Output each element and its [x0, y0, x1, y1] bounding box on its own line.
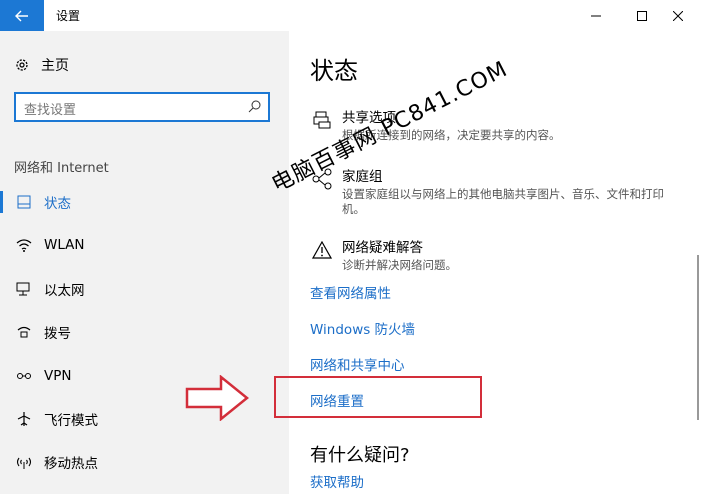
scrollbar[interactable]: [697, 255, 699, 420]
airplane-icon: [17, 412, 31, 426]
close-icon: [673, 10, 683, 21]
sidebar-item-ethernet[interactable]: 以太网: [0, 271, 289, 307]
sidebar-item-label: 状态: [44, 196, 71, 212]
option-description: 设置家庭组以与网络上的其他电脑共享图片、音乐、文件和打印机。: [342, 187, 664, 216]
sidebar-item-label: 拨号: [44, 326, 71, 342]
sidebar-item-wlan[interactable]: WLAN: [0, 227, 289, 263]
close-button[interactable]: [655, 0, 701, 31]
troubleshoot-item[interactable]: 网络疑难解答 诊断并解决网络问题。: [310, 236, 672, 273]
minimize-button[interactable]: [573, 0, 619, 31]
ethernet-icon: [16, 282, 30, 296]
option-title: 网络疑难解答: [342, 240, 423, 256]
printer-share-icon: [313, 111, 331, 129]
sidebar: 主页 查找设置 网络和 Internet 状态 WLAN 以太网 拨号 VPN …: [0, 31, 289, 494]
sidebar-item-label: VPN: [44, 368, 72, 384]
vpn-icon: [17, 373, 31, 379]
arrow-right-icon: [185, 375, 249, 421]
network-sharing-center-link[interactable]: 网络和共享中心: [310, 354, 405, 374]
search-icon: [248, 100, 261, 113]
wifi-icon: [16, 239, 32, 252]
sidebar-item-dialup[interactable]: 拨号: [0, 314, 289, 350]
windows-firewall-link[interactable]: Windows 防火墙: [310, 318, 415, 338]
maximize-icon: [637, 10, 647, 21]
arrow-left-icon: [15, 10, 28, 21]
option-description: 诊断并解决网络问题。: [342, 258, 457, 272]
dialup-icon: [17, 326, 31, 338]
hotspot-icon: [16, 457, 32, 469]
title-bar: 设置: [0, 0, 701, 31]
sidebar-item-label: 移动热点: [44, 456, 98, 472]
sidebar-item-hotspot[interactable]: 移动热点: [0, 444, 289, 480]
get-help-link[interactable]: 获取帮助: [310, 471, 364, 491]
gear-icon: [16, 59, 28, 71]
search-placeholder: 查找设置: [24, 103, 77, 118]
sidebar-item-label: WLAN: [44, 237, 85, 253]
option-title: 家庭组: [342, 169, 383, 185]
page-title: 状态: [310, 57, 358, 85]
status-icon: [17, 195, 31, 209]
main-content: 状态 共享选项 根据所连接到的网络，决定要共享的内容。 家庭组 设置家庭组以与网…: [289, 31, 701, 494]
sidebar-item-label: 飞行模式: [44, 413, 98, 429]
search-input[interactable]: 查找设置: [14, 92, 270, 122]
back-button[interactable]: [0, 0, 44, 31]
minimize-icon: [591, 15, 601, 16]
window-title: 设置: [56, 9, 81, 23]
section-title: 网络和 Internet: [14, 161, 109, 176]
sidebar-item-label: 以太网: [44, 283, 85, 299]
homegroup-item[interactable]: 家庭组 设置家庭组以与网络上的其他电脑共享图片、音乐、文件和打印机。: [310, 165, 672, 217]
highlight-box: [274, 376, 482, 418]
help-heading: 有什么疑问?: [310, 445, 410, 466]
warning-icon: [312, 241, 332, 259]
home-label: 主页: [41, 58, 69, 74]
home-nav-item[interactable]: 主页: [14, 55, 69, 75]
sidebar-item-status[interactable]: 状态: [0, 184, 289, 220]
view-network-properties-link[interactable]: 查看网络属性: [310, 282, 391, 302]
